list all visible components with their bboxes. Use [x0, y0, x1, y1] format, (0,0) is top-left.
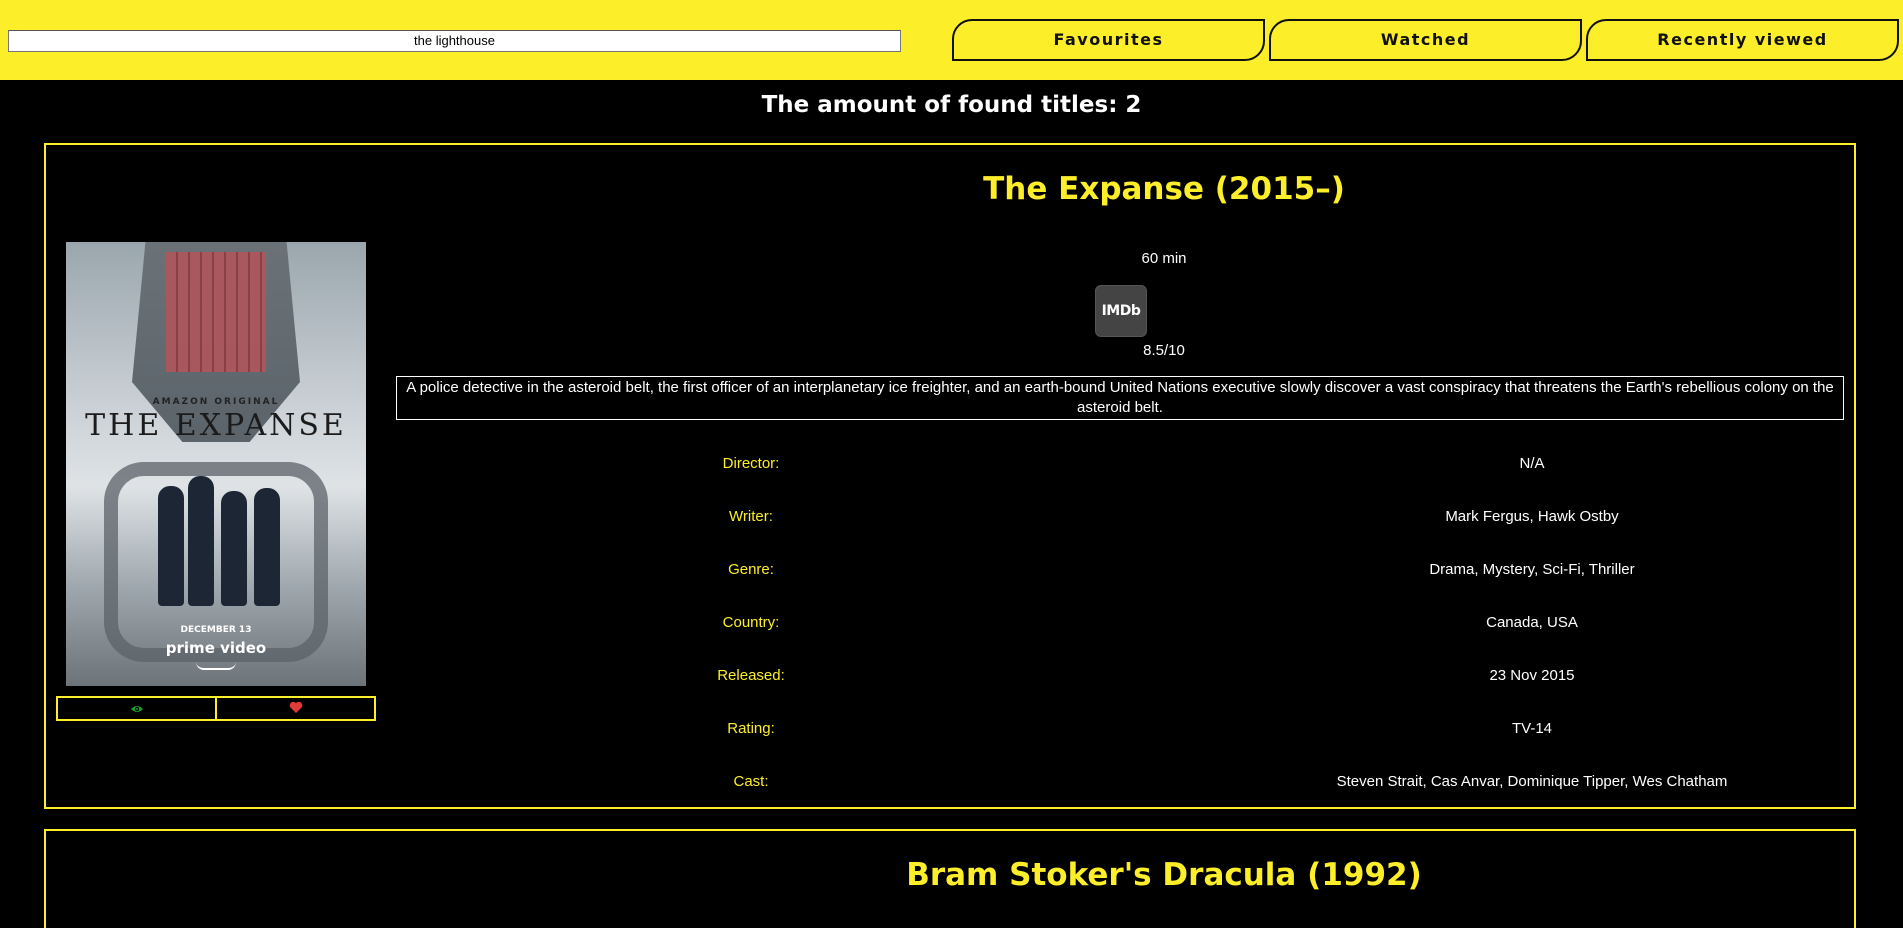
card-actions	[56, 696, 376, 721]
poster-title-text: THE EXPANSE	[85, 408, 347, 443]
movie-title: The Expanse (2015–)	[983, 171, 1345, 207]
detail-value-director: N/A	[1519, 455, 1545, 472]
movie-runtime: 60 min	[1141, 250, 1187, 267]
movie-plot: A police detective in the asteroid belt,…	[396, 376, 1844, 420]
poster-figure	[158, 486, 184, 606]
movie-title: Bram Stoker's Dracula (1992)	[906, 857, 1422, 893]
recently-viewed-button[interactable]: Recently viewed	[1586, 19, 1899, 61]
detail-value-cast: Steven Strait, Cas Anvar, Dominique Tipp…	[1336, 773, 1728, 790]
detail-label-writer: Writer:	[729, 508, 773, 525]
poster-figure	[188, 476, 214, 606]
movie-card: Bram Stoker's Dracula (1992)	[44, 829, 1856, 928]
detail-value-rating: TV-14	[1511, 720, 1553, 737]
poster-top-text: AMAZON ORIGINAL	[152, 397, 280, 407]
favourites-button[interactable]: Favourites	[952, 19, 1265, 61]
detail-label-director: Director:	[722, 455, 780, 472]
poster-figure	[254, 488, 280, 606]
movie-card: The Expanse (2015–) AMAZON ORIGINAL THE …	[44, 143, 1856, 809]
detail-label-cast: Cast:	[733, 773, 769, 790]
poster-date-text: DECEMBER 13	[180, 625, 252, 635]
results-count: The amount of found titles: 2	[761, 92, 1142, 118]
header-bar: the lighthouse Favourites Watched Recent…	[0, 0, 1903, 80]
imdb-rating: 8.5/10	[1143, 342, 1185, 359]
heart-icon	[289, 699, 303, 718]
mark-watched-button[interactable]	[58, 698, 215, 719]
detail-label-country: Country:	[722, 614, 780, 631]
detail-label-genre: Genre:	[728, 561, 774, 578]
detail-label-rating: Rating:	[727, 720, 775, 737]
watched-button[interactable]: Watched	[1269, 19, 1582, 61]
detail-label-released: Released:	[717, 667, 785, 684]
poster-ship-detail	[166, 252, 266, 372]
poster-brand-smile	[196, 662, 236, 670]
imdb-icon[interactable]: IMDb	[1095, 285, 1147, 337]
movie-poster: AMAZON ORIGINAL THE EXPANSE DECEMBER 13 …	[66, 242, 366, 686]
add-favourite-button[interactable]	[215, 698, 374, 719]
detail-value-writer: Mark Fergus, Hawk Ostby	[1445, 508, 1619, 525]
search-input[interactable]: the lighthouse	[8, 30, 901, 52]
eye-icon	[130, 699, 144, 718]
detail-value-released: 23 Nov 2015	[1489, 667, 1575, 684]
poster-figure	[221, 491, 247, 606]
poster-brand-text: prime video	[165, 639, 267, 657]
detail-value-genre: Drama, Mystery, Sci-Fi, Thriller	[1429, 561, 1635, 578]
detail-value-country: Canada, USA	[1486, 614, 1578, 631]
